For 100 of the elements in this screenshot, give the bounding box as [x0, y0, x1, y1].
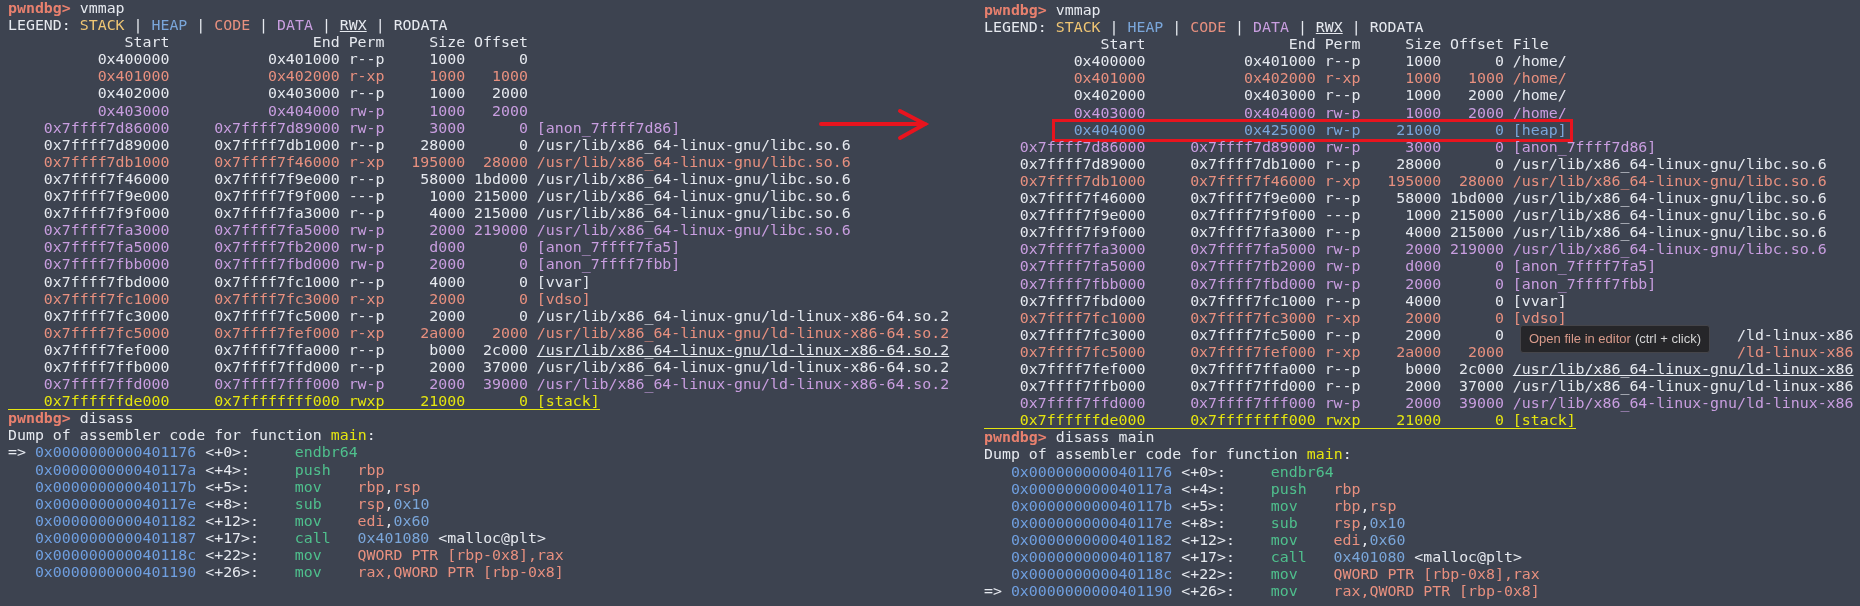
end-address: 0x7ffff7f9f000 — [1189, 207, 1316, 225]
start-address: 0x400000 — [1072, 53, 1146, 71]
file-path[interactable]: /usr/lib/x86_64-linux-gnu/libc.so.6 — [1512, 190, 1827, 208]
file-path[interactable]: /usr/lib/x86_64-linux-gnu/libc.so.6 — [1512, 172, 1827, 191]
operand-text: rsp,0x10 — [357, 495, 430, 513]
file-path[interactable]: /usr/lib/x86_64-linux-gnu/ld-linux-x86-64.so.2 — [536, 341, 950, 359]
mnemonic: mov — [294, 478, 322, 496]
instruction-address: 0x000000000040117b — [34, 478, 197, 496]
file-path[interactable]: /usr/lib/x86_64-linux-gnu/libc.so.6 — [536, 170, 851, 189]
size-value: 1000 — [1404, 104, 1442, 122]
permissions: r--p — [1324, 190, 1361, 208]
column-header: Offset — [1450, 36, 1504, 54]
permissions: rw-p — [1324, 241, 1361, 259]
legend-item: RODATA — [393, 17, 448, 35]
legend-item: STACK — [1055, 19, 1101, 37]
instruction-address: 0x0000000000401187 — [34, 529, 197, 547]
file-path[interactable]: /usr/lib/x86_64-linux-gnu/ld-linux-x86-64.so.2 — [536, 358, 950, 377]
file-path[interactable]: /home/ — [1512, 104, 1567, 122]
instruction-offset: <+22>: — [1181, 566, 1236, 584]
offset-value: 0 — [517, 119, 528, 137]
file-path[interactable]: [anon_7ffff7d86] — [536, 119, 681, 137]
end-address: 0x404000 — [266, 102, 340, 120]
file-path[interactable]: /usr/lib/x86_64-linux-gnu/libc.so.6 — [1512, 155, 1827, 173]
instruction-address: 0x000000000040117a — [34, 461, 197, 479]
instruction-offset: <+17>: — [1181, 549, 1236, 567]
start-address: 0x7ffff7f9e000 — [42, 188, 170, 206]
offset-value: 2c000 — [1458, 360, 1504, 379]
end-address: 0x7ffff7fff000 — [1189, 395, 1316, 413]
file-path[interactable]: /usr/lib/x86_64-linux-gnu/ld-linux-x86-64.so.2 — [536, 324, 950, 342]
file-path[interactable]: /usr/lib/x86_64-linux-gnu/libc.so.6 — [1512, 224, 1827, 242]
end-address: 0x7ffff7fb2000 — [1189, 258, 1316, 276]
start-address: 0x7ffff7fbd000 — [1018, 292, 1146, 310]
file-path[interactable]: [vdso] — [536, 290, 591, 308]
legend-separator: | — [375, 17, 385, 35]
size-value: d000 — [1404, 258, 1442, 276]
end-address: 0x7ffffffff000 — [213, 393, 340, 410]
start-address: 0x403000 — [96, 102, 170, 120]
permissions: r--p — [348, 273, 385, 291]
file-path[interactable]: [heap] — [1512, 121, 1567, 139]
end-address: 0x7ffff7fc1000 — [1189, 292, 1316, 310]
offset-value: 0 — [1493, 309, 1504, 327]
start-address: 0x7ffff7d86000 — [1018, 138, 1146, 156]
file-path[interactable]: /usr/lib/x86_64-linux-gnu/ld-linux-x86 — [1512, 378, 1854, 396]
start-address: 0x7ffff7fc5000 — [42, 324, 170, 342]
file-path[interactable]: /usr/lib/x86_64-linux-gnu/libc.so.6 — [536, 188, 851, 206]
size-value: 2000 — [428, 376, 466, 394]
start-address: 0x7ffff7fc5000 — [1018, 343, 1146, 361]
column-header: File — [1512, 36, 1549, 54]
file-path[interactable]: /ld-linux-x86 — [1736, 326, 1854, 344]
column-header: Size — [428, 34, 466, 52]
legend-item: HEAP — [1127, 19, 1164, 37]
offset-value: 2000 — [491, 324, 528, 342]
offset-value: 37000 — [482, 358, 528, 377]
end-address: 0x7ffff7d89000 — [1189, 138, 1316, 156]
instruction-offset: <+17>: — [205, 529, 260, 547]
offset-value: 0 — [517, 256, 528, 274]
start-address: 0x7ffff7ffb000 — [42, 358, 170, 377]
file-path[interactable]: /usr/lib/x86_64-linux-gnu/libc.so.6 — [536, 153, 851, 171]
file-path[interactable]: /usr/lib/x86_64-linux-gnu/ld-linux-x86 — [1512, 360, 1854, 379]
permissions: rw-p — [1324, 275, 1361, 293]
end-address: 0x7ffff7f9e000 — [213, 170, 340, 189]
column-header: Start — [1099, 36, 1146, 54]
file-path[interactable]: [anon_7ffff7fbb] — [536, 256, 681, 274]
file-path[interactable]: /usr/lib/x86_64-linux-gnu/libc.so.6 — [536, 136, 851, 154]
file-path[interactable]: [vvar] — [1512, 292, 1567, 310]
legend-label: LEGEND: — [984, 19, 1047, 37]
file-path[interactable]: [anon_7ffff7fa5] — [1512, 258, 1657, 276]
file-path[interactable]: /usr/lib/x86_64-linux-gnu/ld-linux-x86-64.so.2 — [536, 376, 950, 394]
permissions: r--p — [348, 307, 385, 325]
instruction-address: 0x0000000000401176 — [1010, 463, 1173, 481]
file-path[interactable]: /usr/lib/x86_64-linux-gnu/ld-linux-x86-64.so.2 — [536, 307, 950, 325]
file-path[interactable]: /home/ — [1512, 70, 1567, 88]
file-path[interactable]: [anon_7ffff7fbb] — [1512, 275, 1657, 293]
file-path[interactable]: [vvar] — [536, 273, 591, 291]
size-value: 195000 — [410, 153, 466, 171]
file-path[interactable]: /usr/lib/x86_64-linux-gnu/libc.so.6 — [536, 222, 851, 240]
end-address: 0x403000 — [266, 85, 340, 103]
file-path[interactable]: /usr/lib/x86_64-linux-gnu/ld-linux-x86 — [1512, 395, 1854, 413]
operand-text: rbp — [357, 461, 385, 479]
file-path[interactable]: [anon_7ffff7fa5] — [536, 239, 681, 257]
legend-item: RODATA — [1369, 19, 1424, 37]
file-path[interactable]: /usr/lib/x86_64-linux-gnu/libc.so.6 — [1512, 207, 1827, 225]
file-path[interactable]: [vdso] — [1512, 309, 1567, 327]
size-value: 2a000 — [1395, 343, 1442, 361]
file-path[interactable]: /home/ — [1512, 87, 1567, 105]
file-path[interactable]: /home/ — [1512, 53, 1567, 71]
file-path[interactable]: /ld-linux-x86 — [1736, 343, 1854, 361]
instruction-address: 0x000000000040118c — [1010, 566, 1173, 584]
operand-text: 0x401080 <malloc@plt> — [357, 529, 546, 547]
size-value: 2000 — [1404, 395, 1442, 413]
end-address: 0x7ffff7fa3000 — [213, 205, 340, 223]
file-path[interactable]: [stack] — [1512, 412, 1576, 429]
file-path[interactable]: [anon_7ffff7d86] — [1512, 138, 1657, 156]
operand-text: QWORD PTR [rbp-0x8],rax — [1333, 566, 1540, 584]
permissions: r-xp — [348, 153, 385, 171]
file-path[interactable]: /usr/lib/x86_64-linux-gnu/libc.so.6 — [1512, 241, 1827, 259]
size-value: 2000 — [428, 358, 466, 377]
offset-value: 219000 — [474, 222, 528, 240]
file-path[interactable]: [stack] — [536, 393, 600, 410]
file-path[interactable]: /usr/lib/x86_64-linux-gnu/libc.so.6 — [536, 205, 851, 223]
